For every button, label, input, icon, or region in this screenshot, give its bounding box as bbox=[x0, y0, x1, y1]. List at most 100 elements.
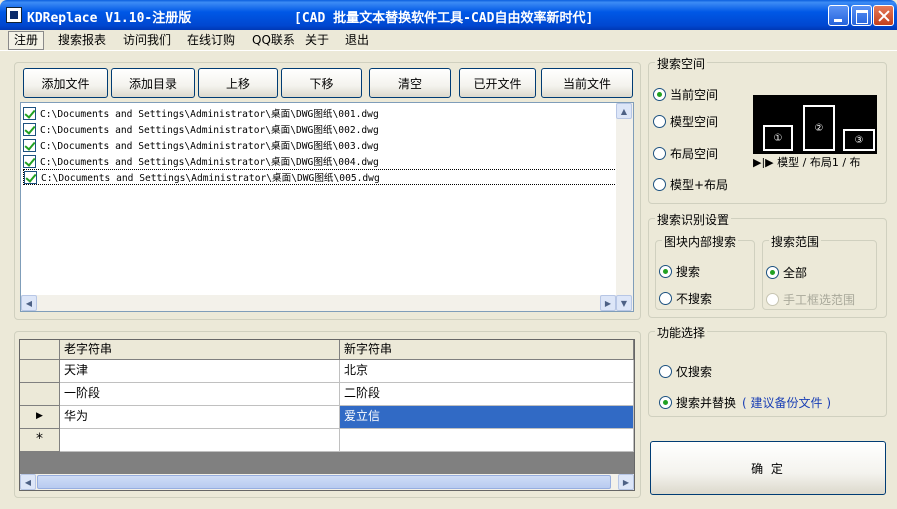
file-checkbox[interactable] bbox=[23, 138, 36, 152]
radio-label: 仅搜索 bbox=[676, 365, 713, 379]
file-checkbox[interactable] bbox=[24, 170, 37, 184]
add-directory-button[interactable]: 添加目录 bbox=[111, 68, 195, 98]
radio-current-space[interactable]: 当前空间 bbox=[653, 86, 718, 103]
scroll-left-icon[interactable]: ◀ bbox=[21, 295, 37, 311]
radio-label: 搜索并替换 bbox=[676, 396, 737, 410]
radio-indicator[interactable] bbox=[659, 365, 672, 378]
menu-about[interactable]: 关于 bbox=[300, 31, 334, 50]
scroll-right-icon[interactable]: ▶ bbox=[600, 295, 616, 311]
row-header[interactable] bbox=[20, 383, 60, 406]
radio-indicator[interactable] bbox=[653, 115, 666, 128]
radio-label: 手工框选范围 bbox=[783, 293, 856, 307]
file-list-item[interactable]: C:\Documents and Settings\Administrator\… bbox=[23, 153, 617, 169]
radio-label: 模型+布局 bbox=[670, 178, 729, 192]
radio-indicator[interactable] bbox=[659, 265, 672, 278]
row-header[interactable] bbox=[20, 360, 60, 383]
block-search-title: 图块内部搜索 bbox=[662, 233, 739, 250]
radio-block-search[interactable]: 搜索 bbox=[659, 263, 700, 280]
radio-model-space[interactable]: 模型空间 bbox=[653, 113, 718, 130]
new-string-cell[interactable]: 爱立信 bbox=[340, 406, 634, 429]
minimize-icon[interactable] bbox=[828, 5, 849, 26]
menu-visit-us[interactable]: 访问我们 bbox=[118, 31, 176, 50]
menu-bar: 注册 搜索报表 访问我们 在线订购 QQ联系 关于 退出 bbox=[0, 30, 897, 51]
file-checkbox[interactable] bbox=[23, 106, 36, 120]
file-checkbox[interactable] bbox=[23, 154, 36, 168]
replace-table[interactable]: 老字符串 新字符串 天津 北京 一阶段 二阶段 ▶ 华为 爱立信 * ◀ ▶ bbox=[19, 339, 635, 491]
scroll-up-icon[interactable]: ▲ bbox=[616, 103, 632, 119]
menu-exit[interactable]: 退出 bbox=[340, 31, 374, 50]
radio-indicator[interactable] bbox=[653, 88, 666, 101]
scroll-right-icon[interactable]: ▶ bbox=[618, 474, 634, 490]
radio-block-no-search[interactable]: 不搜索 bbox=[659, 290, 712, 307]
radio-indicator[interactable] bbox=[659, 292, 672, 305]
menu-search-report[interactable]: 搜索报表 bbox=[53, 31, 111, 50]
table-row[interactable]: 天津 北京 bbox=[20, 360, 634, 383]
current-file-button[interactable]: 当前文件 bbox=[541, 68, 633, 98]
radio-search-only[interactable]: 仅搜索 bbox=[659, 363, 712, 380]
clear-button[interactable]: 清空 bbox=[369, 68, 451, 98]
add-file-button[interactable]: 添加文件 bbox=[23, 68, 108, 98]
old-string-cell[interactable] bbox=[60, 429, 340, 452]
radio-label: 全部 bbox=[783, 266, 808, 280]
radio-label: 搜索 bbox=[676, 265, 701, 279]
radio-label: 当前空间 bbox=[670, 88, 719, 102]
file-list-item[interactable]: C:\Documents and Settings\Administrator\… bbox=[23, 137, 617, 153]
old-string-cell[interactable]: 天津 bbox=[60, 360, 340, 383]
radio-indicator bbox=[766, 293, 779, 306]
radio-model-and-layout[interactable]: 模型+布局 bbox=[653, 176, 728, 193]
file-list-item[interactable]: C:\Documents and Settings\Administrator\… bbox=[23, 121, 617, 137]
radio-indicator[interactable] bbox=[653, 147, 666, 160]
table-new-row[interactable]: * bbox=[20, 429, 634, 452]
radio-search-and-replace[interactable]: 搜索并替换 ( 建议备份文件 ) bbox=[659, 394, 831, 411]
file-list-item[interactable]: C:\Documents and Settings\Administrator\… bbox=[23, 105, 617, 121]
menu-register[interactable]: 注册 bbox=[8, 31, 45, 50]
preview-box-2: ② bbox=[803, 105, 835, 151]
column-header-old[interactable]: 老字符串 bbox=[60, 340, 340, 360]
move-down-button[interactable]: 下移 bbox=[281, 68, 362, 98]
preview-box-3: ③ bbox=[843, 129, 875, 151]
app-icon[interactable] bbox=[6, 7, 22, 23]
column-header-new[interactable]: 新字符串 bbox=[340, 340, 634, 360]
new-string-cell[interactable]: 二阶段 bbox=[340, 383, 634, 406]
file-path: C:\Documents and Settings\Administrator\… bbox=[40, 109, 379, 120]
file-path: C:\Documents and Settings\Administrator\… bbox=[40, 141, 379, 152]
radio-indicator[interactable] bbox=[653, 178, 666, 191]
file-path: C:\Documents and Settings\Administrator\… bbox=[41, 173, 380, 184]
file-list-item[interactable]: C:\Documents and Settings\Administrator\… bbox=[23, 169, 617, 185]
table-row[interactable]: ▶ 华为 爱立信 bbox=[20, 406, 634, 429]
title-bar: KDReplace V1.10-注册版 [CAD 批量文本替换软件工具-CAD自… bbox=[0, 0, 897, 30]
new-row-indicator-icon[interactable]: * bbox=[20, 429, 60, 452]
table-row[interactable]: 一阶段 二阶段 bbox=[20, 383, 634, 406]
scroll-thumb[interactable] bbox=[37, 475, 611, 489]
scroll-left-icon[interactable]: ◀ bbox=[20, 474, 36, 490]
current-row-indicator-icon[interactable]: ▶ bbox=[20, 406, 60, 429]
backup-hint: ( 建议备份文件 ) bbox=[742, 396, 832, 410]
radio-indicator[interactable] bbox=[659, 396, 672, 409]
close-icon[interactable] bbox=[873, 5, 894, 26]
vertical-scrollbar[interactable]: ▲ ▼ bbox=[616, 103, 633, 311]
menu-online-order[interactable]: 在线订购 bbox=[182, 31, 240, 50]
table-horizontal-scrollbar[interactable]: ◀ ▶ bbox=[20, 474, 634, 490]
file-path: C:\Documents and Settings\Administrator\… bbox=[40, 125, 379, 136]
maximize-icon[interactable] bbox=[851, 5, 872, 26]
radio-layout-space[interactable]: 布局空间 bbox=[653, 145, 718, 162]
horizontal-scrollbar[interactable]: ◀ ▶ bbox=[21, 295, 616, 311]
move-up-button[interactable]: 上移 bbox=[198, 68, 278, 98]
new-string-cell[interactable] bbox=[340, 429, 634, 452]
corner-cell bbox=[20, 340, 60, 360]
scroll-down-icon[interactable]: ▼ bbox=[616, 295, 632, 311]
old-string-cell[interactable]: 一阶段 bbox=[60, 383, 340, 406]
radio-range-all[interactable]: 全部 bbox=[766, 264, 807, 281]
new-string-cell[interactable]: 北京 bbox=[340, 360, 634, 383]
recognition-settings-title: 搜索识别设置 bbox=[655, 211, 732, 228]
file-list[interactable]: C:\Documents and Settings\Administrator\… bbox=[20, 102, 634, 312]
radio-indicator[interactable] bbox=[766, 266, 779, 279]
ok-button[interactable]: 确 定 bbox=[650, 441, 886, 495]
old-string-cell[interactable]: 华为 bbox=[60, 406, 340, 429]
menu-qq-contact[interactable]: QQ联系 bbox=[247, 31, 300, 50]
file-checkbox[interactable] bbox=[23, 122, 36, 136]
search-space-title: 搜索空间 bbox=[655, 55, 708, 72]
space-preview-tabs: ▶|▶ 模型 / 布局1 / 布 bbox=[753, 154, 877, 168]
opened-files-button[interactable]: 已开文件 bbox=[459, 68, 536, 98]
radio-range-manual: 手工框选范围 bbox=[766, 291, 855, 308]
